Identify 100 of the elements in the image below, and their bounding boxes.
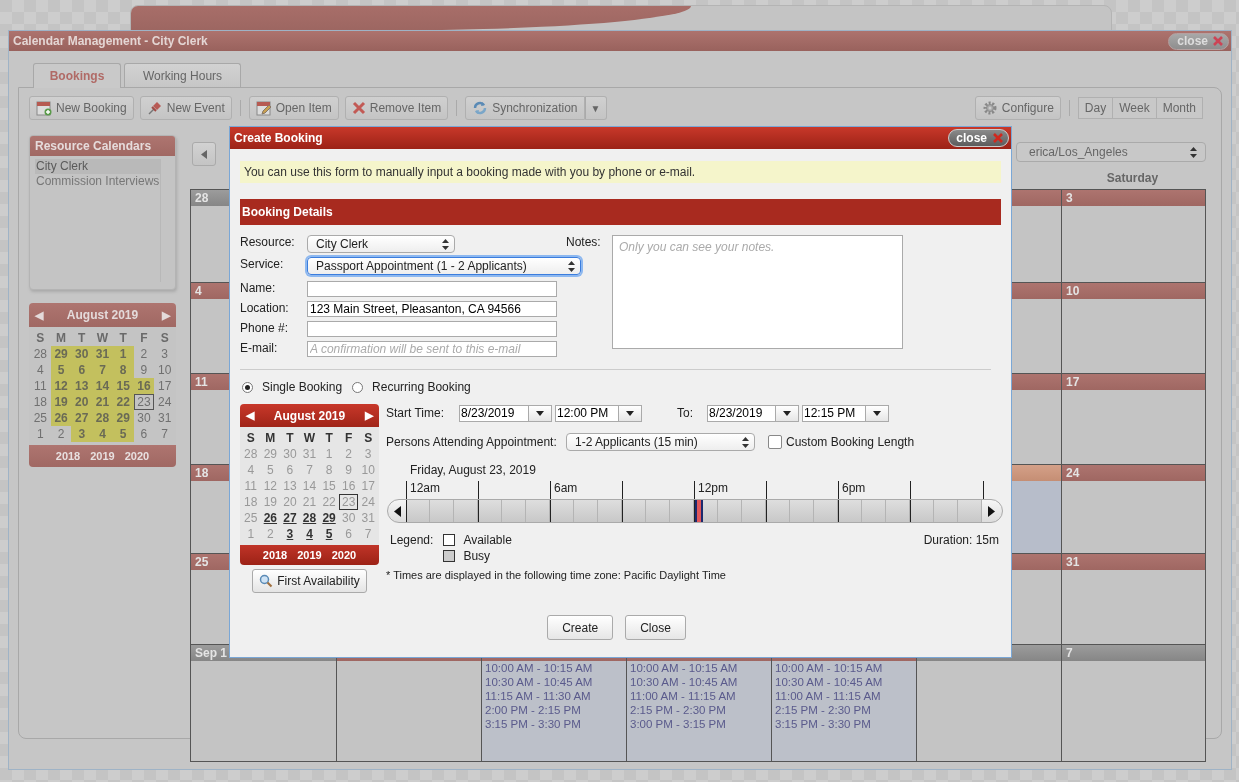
- create-button[interactable]: Create: [547, 615, 614, 640]
- time-slot[interactable]: 3:15 PM - 3:30 PM: [772, 717, 916, 731]
- tab[interactable]: Working Hours: [124, 63, 241, 87]
- view-button[interactable]: Month: [1155, 98, 1202, 118]
- calendar-day[interactable]: 5: [260, 462, 281, 478]
- calendar-day[interactable]: 5: [112, 426, 134, 442]
- close-button[interactable]: close: [948, 129, 1009, 147]
- input-field[interactable]: 123 Main Street, Pleasanton, CA 94566: [307, 301, 557, 317]
- day-cell[interactable]: 31: [1061, 554, 1205, 644]
- time-slot[interactable]: 11:00 AM - 11:15 AM: [772, 689, 916, 703]
- calendar-day[interactable]: 1: [319, 446, 339, 462]
- day-cell[interactable]: 3: [1061, 190, 1205, 282]
- tab[interactable]: Bookings: [33, 63, 121, 88]
- calendar-day[interactable]: 4: [241, 462, 261, 478]
- next-month-button[interactable]: ▶: [365, 409, 373, 422]
- calendar-day[interactable]: 6: [133, 426, 155, 442]
- calendar-day[interactable]: 3: [154, 346, 175, 362]
- calendar-day[interactable]: 29: [319, 510, 339, 526]
- year-link[interactable]: 2019: [90, 450, 115, 462]
- select-field[interactable]: Passport Appointment (1 - 2 Applicants): [307, 257, 581, 275]
- prev-month-button[interactable]: ◀: [35, 308, 43, 322]
- calendar-day[interactable]: 29: [260, 446, 281, 462]
- calendar-day[interactable]: 3: [280, 526, 300, 542]
- calendar-day[interactable]: 19: [50, 394, 72, 410]
- calendar-day[interactable]: 13: [280, 478, 300, 494]
- select-field[interactable]: 1-2 Applicants (15 min): [566, 433, 755, 451]
- calendar-day[interactable]: 29: [112, 410, 134, 426]
- first-availability-button[interactable]: First Availability: [252, 569, 367, 593]
- select-field[interactable]: City Clerk: [307, 235, 455, 253]
- calendar-day[interactable]: 17: [358, 478, 378, 494]
- sidebar-item[interactable]: City Clerk: [35, 159, 160, 174]
- calendar-day[interactable]: 27: [280, 510, 300, 526]
- input-field[interactable]: A confirmation will be sent to this e-mail: [307, 341, 557, 357]
- view-button[interactable]: Day: [1078, 98, 1113, 118]
- date-field[interactable]: 8/23/2019: [707, 404, 776, 422]
- hour-slot[interactable]: [910, 500, 934, 522]
- calendar-day[interactable]: 24: [154, 394, 175, 410]
- calendar-day[interactable]: 30: [338, 510, 359, 526]
- calendar-day[interactable]: 26: [260, 510, 281, 526]
- calendar-day[interactable]: 28: [299, 510, 320, 526]
- calendar-day[interactable]: 31: [154, 410, 175, 426]
- calendar-day[interactable]: 25: [241, 510, 261, 526]
- calendar-day[interactable]: 29: [50, 346, 72, 362]
- toolbar-button[interactable]: New Booking: [29, 96, 134, 120]
- calendar-day[interactable]: 14: [299, 478, 320, 494]
- calendar-day[interactable]: 30: [280, 446, 300, 462]
- calendar-day[interactable]: 19: [260, 494, 281, 510]
- day-cell[interactable]: [916, 645, 1061, 761]
- hour-slot[interactable]: [406, 500, 430, 522]
- calendar-day[interactable]: 5: [50, 362, 72, 378]
- calendar-day[interactable]: 3: [71, 426, 93, 442]
- calendar-day[interactable]: 5: [319, 526, 339, 542]
- calendar-day[interactable]: 8: [112, 362, 134, 378]
- radio-option[interactable]: Recurring Booking: [352, 380, 471, 394]
- calendar-day[interactable]: 31: [358, 510, 378, 526]
- calendar-day[interactable]: 3: [358, 446, 378, 462]
- hour-slot[interactable]: [766, 500, 790, 522]
- calendar-day[interactable]: 16: [133, 378, 155, 394]
- input-field[interactable]: [307, 281, 557, 297]
- hour-slot[interactable]: [622, 500, 646, 522]
- calendar-day[interactable]: 17: [154, 378, 175, 394]
- calendar-day[interactable]: 24: [358, 494, 378, 510]
- checkbox[interactable]: [768, 435, 782, 449]
- calendar-day[interactable]: 4: [299, 526, 320, 542]
- time-slot[interactable]: 11:00 AM - 11:15 AM: [627, 689, 771, 703]
- calendar-day[interactable]: 10: [358, 462, 378, 478]
- calendar-day[interactable]: 1: [241, 526, 261, 542]
- calendar-day[interactable]: 15: [319, 478, 339, 494]
- calendar-day[interactable]: 7: [299, 462, 320, 478]
- time-slot[interactable]: 2:00 PM - 2:15 PM: [482, 703, 626, 717]
- calendar-day[interactable]: 27: [71, 410, 93, 426]
- calendar-day[interactable]: 2: [260, 526, 281, 542]
- calendar-day[interactable]: 11: [30, 378, 51, 394]
- next-month-button[interactable]: ▶: [162, 308, 170, 322]
- time-slot[interactable]: 10:30 AM - 10:45 AM: [627, 675, 771, 689]
- calendar-day[interactable]: 18: [30, 394, 51, 410]
- calendar-day[interactable]: 7: [92, 362, 113, 378]
- calendar-day[interactable]: 23: [338, 494, 359, 510]
- dropdown-button[interactable]: [529, 404, 552, 422]
- calendar-day[interactable]: 6: [71, 362, 93, 378]
- date-field[interactable]: 8/23/2019: [459, 404, 529, 422]
- notes-field[interactable]: Only you can see your notes.: [612, 235, 903, 349]
- calendar-day[interactable]: 30: [71, 346, 93, 362]
- hour-slot[interactable]: [694, 500, 718, 522]
- calendar-day[interactable]: 9: [133, 362, 155, 378]
- time-slot[interactable]: 10:00 AM - 10:15 AM: [482, 661, 626, 675]
- calendar-day[interactable]: 10: [154, 362, 175, 378]
- hour-slot[interactable]: [550, 500, 574, 522]
- calendar-day[interactable]: 26: [50, 410, 72, 426]
- calendar-day[interactable]: 14: [92, 378, 113, 394]
- calendar-day[interactable]: 9: [338, 462, 359, 478]
- calendar-day[interactable]: 2: [133, 346, 155, 362]
- calendar-day[interactable]: 31: [299, 446, 320, 462]
- input-field[interactable]: [307, 321, 557, 337]
- time-slot[interactable]: 10:30 AM - 10:45 AM: [772, 675, 916, 689]
- day-cell[interactable]: 7: [1061, 645, 1205, 761]
- time-slot[interactable]: 2:15 PM - 2:30 PM: [772, 703, 916, 717]
- dropdown-button[interactable]: [619, 404, 642, 422]
- calendar-day[interactable]: 16: [338, 478, 359, 494]
- close-button[interactable]: Close: [625, 615, 686, 640]
